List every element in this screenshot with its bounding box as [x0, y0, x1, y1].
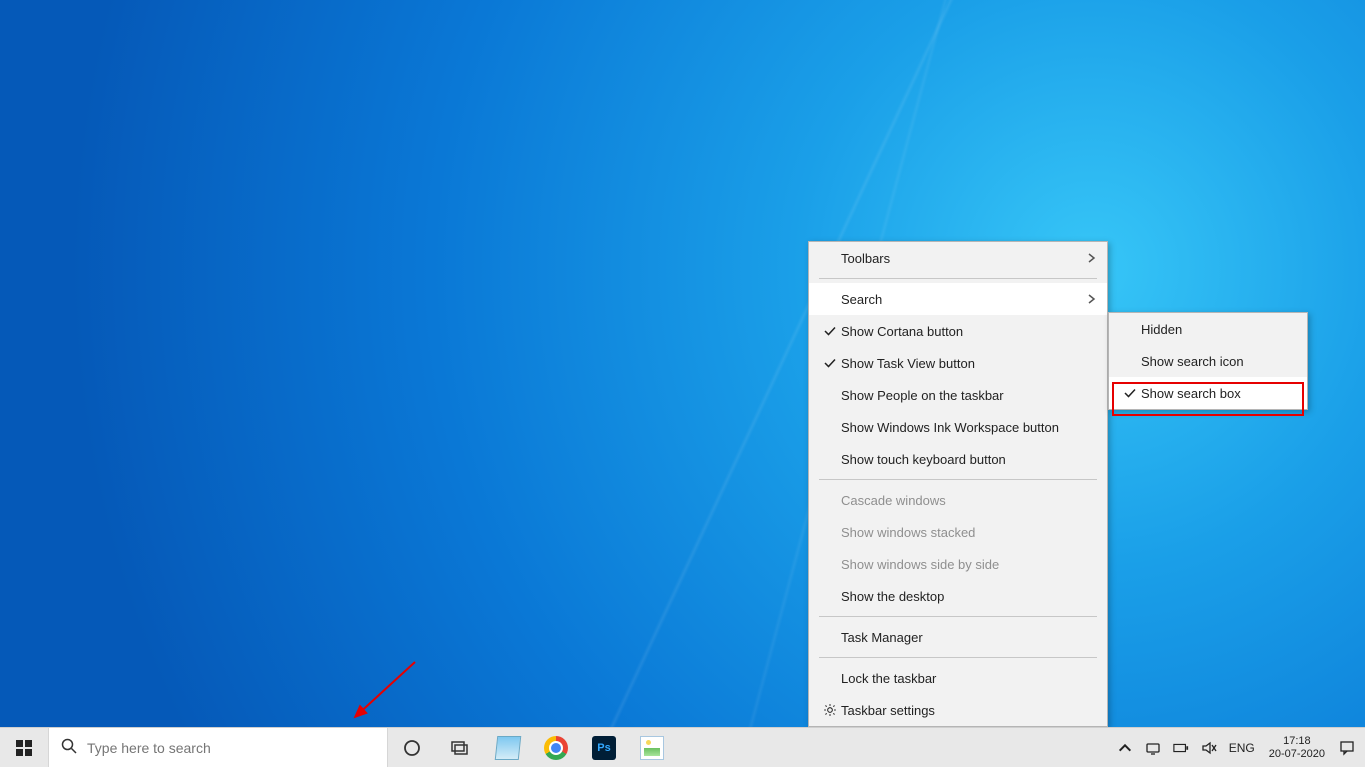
menu-cascade-label: Cascade windows: [841, 493, 1097, 508]
menu-lock-taskbar[interactable]: Lock the taskbar: [809, 662, 1107, 694]
tray-battery-button[interactable]: [1167, 728, 1195, 767]
annotation-arrow: [345, 657, 425, 727]
menu-show-task-view-label: Show Task View button: [841, 356, 1097, 371]
submenu-show-icon-label: Show search icon: [1141, 354, 1297, 369]
cortana-button[interactable]: [388, 728, 436, 767]
tray-language-button[interactable]: ENG: [1223, 728, 1261, 767]
menu-show-people-label: Show People on the taskbar: [841, 388, 1097, 403]
checkmark-icon: [819, 324, 841, 338]
tray-language-label: ENG: [1229, 741, 1255, 755]
tray-time-label: 17:18: [1283, 735, 1311, 748]
checkmark-icon: [1119, 386, 1141, 400]
tray-overflow-button[interactable]: [1111, 728, 1139, 767]
system-tray: ENG 17:18 20-07-2020: [1111, 728, 1365, 767]
photoshop-icon: Ps: [592, 736, 616, 760]
submenu-show-search-box[interactable]: Show search box: [1109, 377, 1307, 409]
menu-separator: [819, 657, 1097, 658]
menu-windows-side-by-side: Show windows side by side: [809, 548, 1107, 580]
search-box[interactable]: [48, 728, 388, 767]
menu-show-ink-label: Show Windows Ink Workspace button: [841, 420, 1097, 435]
menu-toolbars-label: Toolbars: [841, 251, 1087, 266]
network-icon: [1145, 740, 1161, 756]
checkmark-icon: [819, 356, 841, 370]
menu-taskbar-settings[interactable]: Taskbar settings: [809, 694, 1107, 726]
task-view-icon: [450, 740, 470, 756]
cortana-icon: [403, 739, 421, 757]
menu-stacked-label: Show windows stacked: [841, 525, 1097, 540]
search-input[interactable]: [87, 740, 375, 756]
volume-mute-icon: [1201, 740, 1217, 756]
chrome-icon: [544, 736, 568, 760]
taskbar-left-group: Ps: [0, 728, 676, 767]
submenu-hidden[interactable]: Hidden: [1109, 313, 1307, 345]
gear-icon: [819, 703, 841, 717]
menu-show-touch-kb-label: Show touch keyboard button: [841, 452, 1097, 467]
menu-toolbars[interactable]: Toolbars: [809, 242, 1107, 274]
chevron-right-icon: [1087, 251, 1097, 266]
chevron-right-icon: [1087, 292, 1097, 307]
menu-show-cortana-label: Show Cortana button: [841, 324, 1097, 339]
tray-network-button[interactable]: [1139, 728, 1167, 767]
notepad-icon: [495, 736, 522, 760]
taskbar[interactable]: Ps ENG 17:18 20-07-202: [0, 727, 1365, 767]
menu-show-desktop[interactable]: Show the desktop: [809, 580, 1107, 612]
submenu-show-search-icon[interactable]: Show search icon: [1109, 345, 1307, 377]
menu-show-task-view[interactable]: Show Task View button: [809, 347, 1107, 379]
menu-search[interactable]: Search: [809, 283, 1107, 315]
menu-show-touch-keyboard[interactable]: Show touch keyboard button: [809, 443, 1107, 475]
taskbar-app-photos[interactable]: [628, 728, 676, 767]
search-submenu: Hidden Show search icon Show search box: [1108, 312, 1308, 410]
submenu-show-box-label: Show search box: [1141, 386, 1297, 401]
tray-clock[interactable]: 17:18 20-07-2020: [1261, 728, 1333, 767]
taskbar-app-notepad[interactable]: [484, 728, 532, 767]
action-center-icon: [1339, 740, 1355, 756]
photos-icon: [640, 736, 664, 760]
menu-windows-stacked: Show windows stacked: [809, 516, 1107, 548]
taskbar-app-chrome[interactable]: [532, 728, 580, 767]
menu-show-desktop-label: Show the desktop: [841, 589, 1097, 604]
menu-cascade-windows: Cascade windows: [809, 484, 1107, 516]
taskbar-app-photoshop[interactable]: Ps: [580, 728, 628, 767]
menu-task-manager[interactable]: Task Manager: [809, 621, 1107, 653]
menu-show-cortana[interactable]: Show Cortana button: [809, 315, 1107, 347]
action-center-button[interactable]: [1333, 728, 1361, 767]
desktop-wallpaper[interactable]: Toolbars Search Show Cortana button Show…: [0, 0, 1365, 767]
tray-date-label: 20-07-2020: [1269, 748, 1325, 761]
tray-volume-button[interactable]: [1195, 728, 1223, 767]
menu-search-label: Search: [841, 292, 1087, 307]
menu-show-ink[interactable]: Show Windows Ink Workspace button: [809, 411, 1107, 443]
menu-show-people[interactable]: Show People on the taskbar: [809, 379, 1107, 411]
task-view-button[interactable]: [436, 728, 484, 767]
chevron-up-icon: [1117, 740, 1133, 756]
windows-logo-icon: [16, 740, 32, 756]
battery-icon: [1173, 740, 1189, 756]
menu-side-by-side-label: Show windows side by side: [841, 557, 1097, 572]
menu-separator: [819, 616, 1097, 617]
submenu-hidden-label: Hidden: [1141, 322, 1297, 337]
search-icon: [61, 738, 77, 759]
menu-separator: [819, 479, 1097, 480]
start-button[interactable]: [0, 728, 48, 767]
menu-task-manager-label: Task Manager: [841, 630, 1097, 645]
menu-separator: [819, 278, 1097, 279]
taskbar-context-menu: Toolbars Search Show Cortana button Show…: [808, 241, 1108, 727]
menu-lock-taskbar-label: Lock the taskbar: [841, 671, 1097, 686]
menu-taskbar-settings-label: Taskbar settings: [841, 703, 1097, 718]
